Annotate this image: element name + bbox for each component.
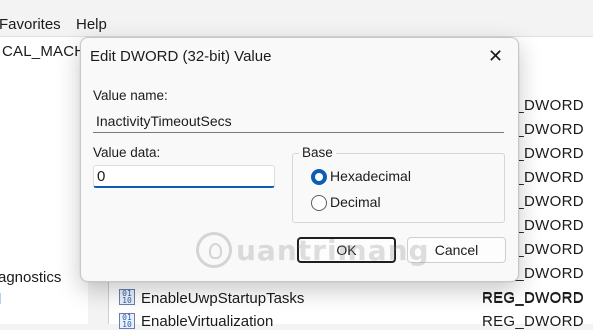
close-button[interactable]: ✕ xyxy=(477,42,513,72)
value-name-label: Value name: xyxy=(93,88,168,103)
list-item-type: REG_DWORD xyxy=(482,290,584,307)
list-item-type: REG_DWORD xyxy=(482,313,584,330)
list-item-name[interactable]: EnableUwpStartupTasks xyxy=(141,290,304,307)
base-group xyxy=(292,153,505,223)
dialog-title: Edit DWORD (32-bit) Value xyxy=(90,48,272,65)
edit-dword-dialog: Edit DWORD (32-bit) Value ✕ Value name: … xyxy=(80,37,519,282)
ok-button[interactable]: OK xyxy=(297,237,396,263)
tree-item[interactable]: agnostics xyxy=(0,269,61,286)
hexadecimal-label[interactable]: Hexadecimal xyxy=(330,168,411,184)
decimal-radio[interactable] xyxy=(311,195,327,211)
dword-value-icon: 0110 xyxy=(119,289,135,305)
value-name-text: InactivityTimeoutSecs xyxy=(96,113,232,129)
value-name-field: InactivityTimeoutSecs xyxy=(93,111,504,133)
menu-help[interactable]: Help xyxy=(76,16,107,33)
close-icon: ✕ xyxy=(488,46,504,66)
hexadecimal-radio[interactable] xyxy=(311,169,327,185)
value-data-input[interactable] xyxy=(93,165,275,188)
value-data-label: Value data: xyxy=(93,145,161,160)
list-item-name[interactable]: EnableVirtualization xyxy=(141,313,273,330)
decimal-label[interactable]: Decimal xyxy=(330,194,381,210)
base-label: Base xyxy=(299,145,336,160)
menu-bar: Favorites Help xyxy=(0,0,593,34)
dword-value-icon: 0110 xyxy=(119,313,135,329)
cancel-button[interactable]: Cancel xyxy=(407,237,506,263)
tree-pane: agnostics l xyxy=(0,67,88,324)
menu-favorites[interactable]: Favorites xyxy=(0,16,61,33)
tree-item-selected[interactable]: l xyxy=(0,291,1,308)
